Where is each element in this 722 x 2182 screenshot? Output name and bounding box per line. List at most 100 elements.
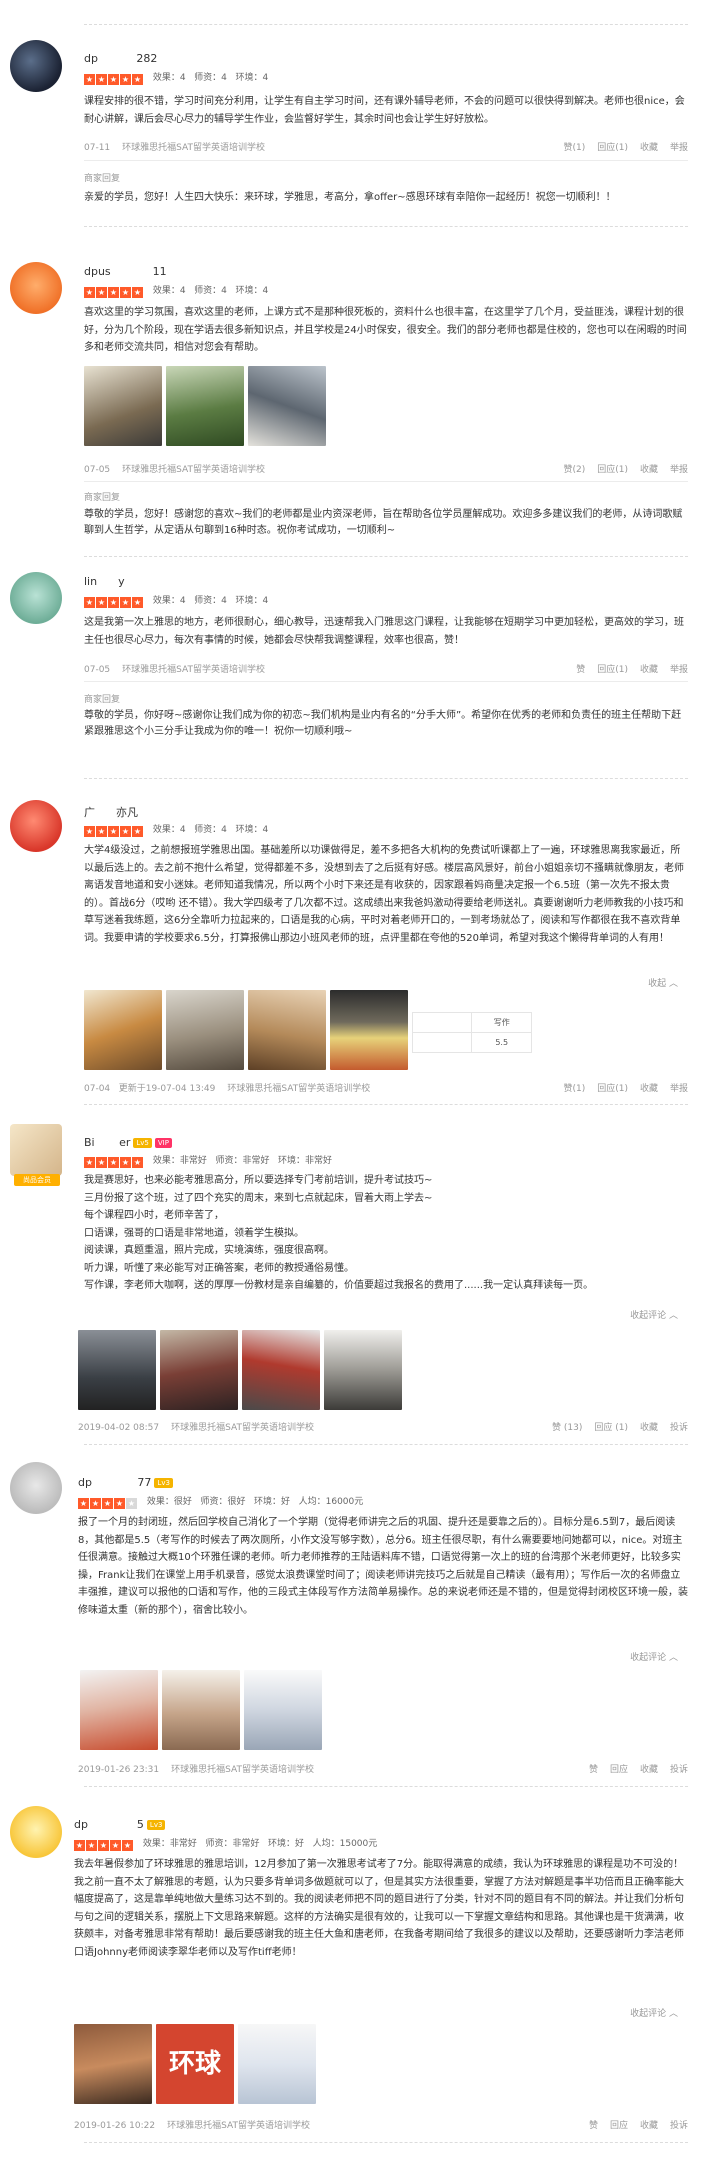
shop-link[interactable]: 环球雅思托福SAT留学英语培训学校 [122, 665, 265, 675]
favorite-button[interactable]: 收藏 [640, 2121, 658, 2131]
review-photo[interactable] [80, 1670, 158, 1750]
like-button[interactable]: 赞 (13) [552, 1423, 582, 1433]
like-button[interactable]: 赞(1) [563, 1084, 585, 1094]
avatar[interactable] [10, 262, 62, 314]
review-date: 07-05 [84, 665, 111, 675]
table-cell: 写作 [471, 1012, 532, 1033]
divider [84, 160, 688, 161]
reply-button[interactable]: 回应 [610, 2121, 628, 2131]
sub-ratings: 效果：4 师资：4 环境：4 [152, 825, 269, 835]
score-table: 写作 5.5 [411, 1012, 532, 1056]
avatar[interactable] [10, 800, 62, 852]
username[interactable]: 广 亦凡 [84, 804, 138, 820]
review-content: 喜欢这里的学习氛围，喜欢这里的老师，上课方式不是那种很死板的，资料什么也很丰富，… [84, 307, 687, 353]
review-photos [78, 1330, 424, 1410]
reply-button[interactable]: 回应 (1) [594, 1423, 628, 1433]
avatar[interactable] [10, 40, 62, 92]
star-rating-icon: ★ ★ ★ ★ ★ [84, 597, 143, 608]
username[interactable]: lin y [84, 575, 125, 588]
shop-link[interactable]: 环球雅思托福SAT留学英语培训学校 [171, 1765, 314, 1775]
favorite-button[interactable]: 收藏 [640, 1765, 658, 1775]
review-date: 2019-01-26 23:31 [78, 1765, 160, 1775]
review-line: 阅读课，真题重温，照片完成，实境演练，强度很高啊。 [84, 1245, 334, 1256]
divider [84, 481, 688, 482]
username-row: dp 5 Lv3 [74, 1818, 166, 1831]
review-photo[interactable] [166, 990, 244, 1070]
collapse-toggle[interactable]: 收起 ︿ [648, 976, 678, 989]
review-photo[interactable] [166, 366, 244, 446]
review-photo[interactable] [244, 1670, 322, 1750]
shop-link[interactable]: 环球雅思托福SAT留学英语培训学校 [227, 1084, 370, 1094]
review-photo[interactable] [162, 1670, 240, 1750]
reply-button[interactable]: 回应(1) [597, 143, 628, 153]
review-photo[interactable] [74, 2024, 152, 2104]
favorite-button[interactable]: 收藏 [640, 665, 658, 675]
complaint-button[interactable]: 投诉 [670, 1765, 688, 1775]
review-photo[interactable] [330, 990, 408, 1070]
review-photo[interactable] [248, 366, 326, 446]
report-button[interactable]: 举报 [670, 1084, 688, 1094]
separator [84, 226, 688, 227]
collapse-toggle[interactable]: 收起评论 ︿ [630, 1650, 678, 1663]
separator [84, 1104, 688, 1105]
reply-button[interactable]: 回应(1) [597, 665, 628, 675]
review-date: 07-05 [84, 465, 111, 475]
review-actions: 赞(1) 回应(1) 收藏 举报 [551, 1081, 688, 1094]
username[interactable]: dp 77 [78, 1476, 151, 1489]
sub-ratings: 效果：4 师资：4 环境：4 [152, 286, 269, 296]
review-content: 我是赛思好，也来必能考雅思高分，所以要选择专门考前培训，提升考试技巧~ 三月份报… [84, 1172, 688, 1295]
shop-link[interactable]: 环球雅思托福SAT留学英语培训学校 [122, 143, 265, 153]
like-button[interactable]: 赞 [576, 665, 585, 675]
review-list: dp 282 ★ ★ ★ ★ ★ 效果：4 师资：4 环境：4 课程安排的很不错，学习时… [0, 0, 722, 2182]
favorite-button[interactable]: 收藏 [640, 143, 658, 153]
report-button[interactable]: 举报 [670, 465, 688, 475]
review-photo[interactable] [160, 1330, 238, 1410]
favorite-button[interactable]: 收藏 [640, 1423, 658, 1433]
favorite-button[interactable]: 收藏 [640, 465, 658, 475]
shop-link[interactable]: 环球雅思托福SAT留学英语培训学校 [122, 465, 265, 475]
avatar[interactable] [10, 572, 62, 624]
report-button[interactable]: 举报 [670, 665, 688, 675]
review-photo[interactable] [78, 1330, 156, 1410]
username[interactable]: dpus 11 [84, 265, 167, 278]
like-button[interactable]: 赞 [589, 1765, 598, 1775]
complaint-button[interactable]: 投诉 [670, 2121, 688, 2131]
review-content: 大学4级没过，之前想报班学雅思出国。基础差所以功课做得足，差不多把各大机构的免费… [84, 845, 684, 944]
like-button[interactable]: 赞 [589, 2121, 598, 2131]
like-button[interactable]: 赞(2) [563, 465, 585, 475]
username[interactable]: dp 5 [74, 1818, 144, 1831]
avatar[interactable] [10, 1462, 62, 1514]
rating-row: ★ ★ ★ ★ ★ 效果：非常好 师资：非常好 环境：非常好 [84, 1153, 332, 1168]
merchant-reply-label: 商家回复 [84, 695, 121, 705]
review-photo[interactable] [324, 1330, 402, 1410]
rating-row: ★ ★ ★ ★ ★ 效果：4 师资：4 环境：4 [84, 283, 268, 298]
username[interactable]: Bi er [84, 1136, 130, 1149]
star-rating-icon: ★ ★ ★ ★ ★ [84, 1157, 143, 1168]
avatar[interactable] [10, 1124, 62, 1176]
review-photo[interactable] [84, 990, 162, 1070]
reply-button[interactable]: 回应 [610, 1765, 628, 1775]
review-photo[interactable]: 环球 [156, 2024, 234, 2104]
merchant-reply-label: 商家回复 [84, 174, 121, 184]
reply-button[interactable]: 回应(1) [597, 465, 628, 475]
collapse-toggle[interactable]: 收起评论 ︿ [630, 2006, 678, 2019]
avatar[interactable] [10, 1806, 62, 1858]
like-button[interactable]: 赞(1) [563, 143, 585, 153]
shop-link[interactable]: 环球雅思托福SAT留学英语培训学校 [171, 1423, 314, 1433]
username[interactable]: dp 282 [84, 52, 157, 65]
report-button[interactable]: 举报 [670, 143, 688, 153]
review-date: 2019-04-02 08:57 [78, 1423, 160, 1433]
review-photo[interactable] [248, 990, 326, 1070]
review-photo[interactable] [238, 2024, 316, 2104]
merchant-reply-text: 尊敬的学员，你好呀~感谢你让我们成为你的初恋~我们机构是业内有名的“分手大师”。… [84, 710, 682, 737]
rating-row: ★ ★ ★ ★ ★ 效果：4 师资：4 环境：4 [84, 822, 268, 837]
star-rating-icon: ★ ★ ★ ★ ★ [84, 826, 143, 837]
collapse-toggle[interactable]: 收起评论 ︿ [630, 1308, 678, 1321]
shop-link[interactable]: 环球雅思托福SAT留学英语培训学校 [167, 2121, 310, 2131]
review-content: 报了一个月的封闭班，然后回学校自己消化了一个学期（觉得老师讲完之后的巩固、提升还… [78, 1517, 688, 1616]
reply-button[interactable]: 回应(1) [597, 1084, 628, 1094]
review-photo[interactable] [242, 1330, 320, 1410]
complaint-button[interactable]: 投诉 [670, 1423, 688, 1433]
review-photo[interactable] [84, 366, 162, 446]
favorite-button[interactable]: 收藏 [640, 1084, 658, 1094]
